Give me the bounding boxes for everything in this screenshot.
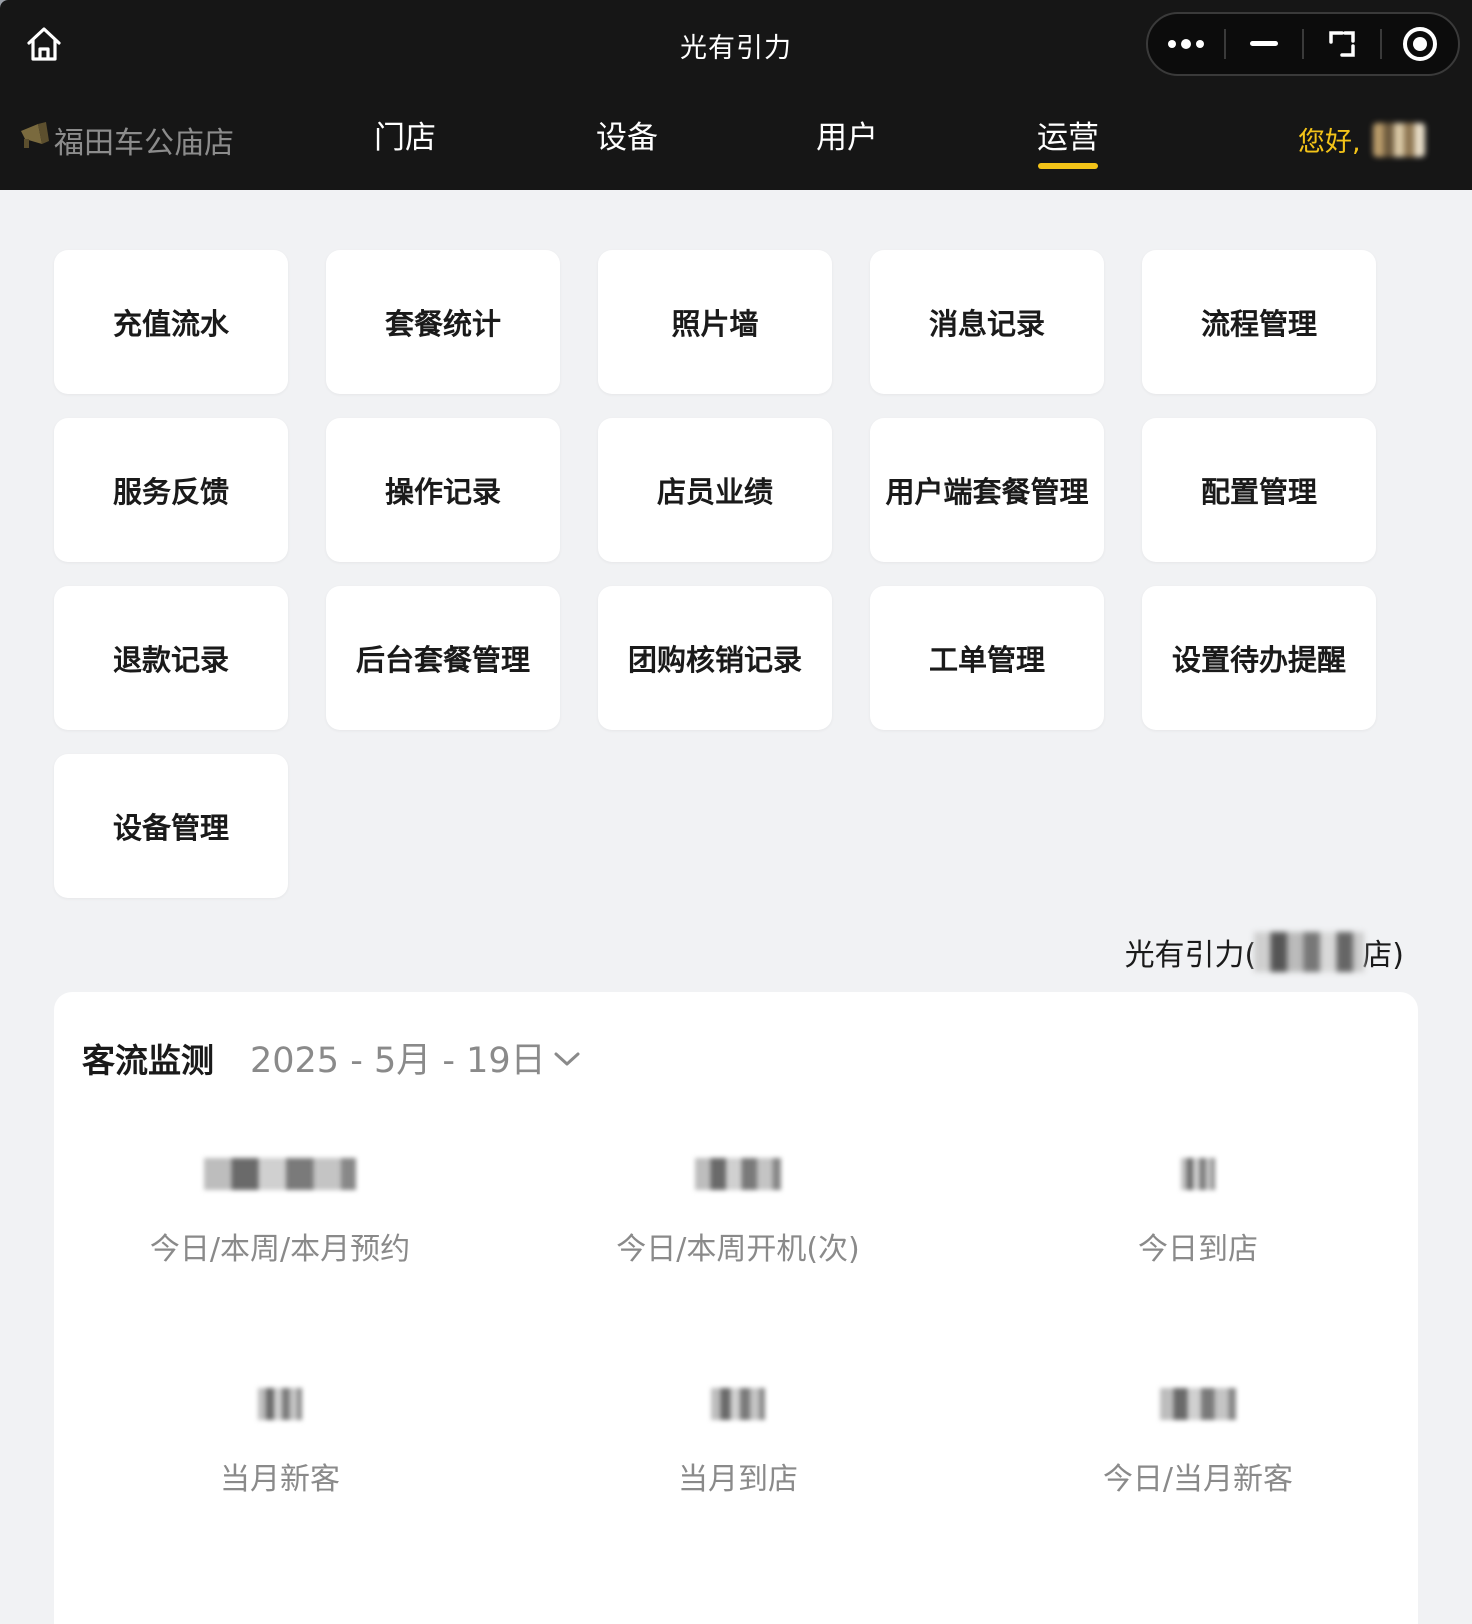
stat-machine-starts: 今日/本周开机(次)	[508, 1154, 968, 1268]
menu-card-backend-package-management[interactable]: 后台套餐管理	[326, 586, 560, 730]
tab-store[interactable]: 门店	[374, 112, 436, 157]
stat-value-redacted	[968, 1384, 1428, 1424]
stat-label: 当月到店	[678, 1462, 798, 1497]
store-caption-suffix: 店)	[1362, 938, 1404, 973]
menu-card-device-management[interactable]: 设备管理	[54, 754, 288, 898]
menu-card-group-buy-records[interactable]: 团购核销记录	[598, 586, 832, 730]
stat-label: 今日/本周/本月预约	[149, 1232, 411, 1267]
store-caption-prefix: 光有引力(	[1124, 938, 1257, 973]
stat-value-redacted	[508, 1154, 968, 1194]
date-picker[interactable]: 2025 - 5月 - 19日	[250, 1032, 582, 1083]
redacted-store-name	[1254, 932, 1365, 972]
menu-card-service-feedback[interactable]: 服务反馈	[54, 418, 288, 562]
stat-new-customers-day-month: 今日/当月新客	[968, 1384, 1428, 1498]
stat-value-redacted	[50, 1384, 510, 1424]
header-bar: 光有引力 福田车公庙店 门店 设备 用户 运营 您好,	[0, 0, 1472, 190]
menu-card-config-management[interactable]: 配置管理	[1142, 418, 1376, 562]
menu-card-work-order-management[interactable]: 工单管理	[870, 586, 1104, 730]
tab-device[interactable]: 设备	[596, 112, 658, 157]
menu-card-photo-wall[interactable]: 照片墙	[598, 250, 832, 394]
more-dots-icon[interactable]	[1148, 14, 1224, 74]
store-caption: 光有引力( 店)	[1125, 930, 1404, 974]
greeting-label: 您好,	[1298, 127, 1361, 158]
menu-card-package-stats[interactable]: 套餐统计	[326, 250, 560, 394]
user-greeting[interactable]: 您好,	[1298, 120, 1425, 159]
tab-operation[interactable]: 运营	[1037, 112, 1099, 169]
mini-program-window: 光有引力 福田车公庙店 门店 设备 用户 运营 您好, 充值流水 套餐统计 照片…	[0, 0, 1472, 1624]
menu-card-recharge-flow[interactable]: 充值流水	[54, 250, 288, 394]
stat-month-new-customers: 当月新客	[50, 1384, 510, 1498]
menu-card-todo-reminder[interactable]: 设置待办提醒	[1142, 586, 1376, 730]
record-icon[interactable]	[1382, 14, 1458, 74]
panel-title: 客流监测	[82, 1041, 214, 1080]
date-value: 2025 - 5月 - 19日	[250, 1041, 546, 1081]
menu-card-message-records[interactable]: 消息记录	[870, 250, 1104, 394]
stat-value-redacted	[508, 1384, 968, 1424]
menu-card-process-management[interactable]: 流程管理	[1142, 250, 1376, 394]
stat-label: 当月新客	[220, 1462, 340, 1497]
store-name-label: 福田车公庙店	[54, 126, 234, 161]
megaphone-icon	[18, 121, 52, 159]
stat-month-visits: 当月到店	[508, 1384, 968, 1498]
stat-label: 今日到店	[1138, 1232, 1258, 1267]
stat-value-redacted	[50, 1154, 510, 1194]
menu-card-user-package-management[interactable]: 用户端套餐管理	[870, 418, 1104, 562]
store-selector[interactable]: 福田车公庙店	[18, 118, 234, 162]
menu-card-operation-records[interactable]: 操作记录	[326, 418, 560, 562]
avatar	[1372, 122, 1425, 157]
tab-user[interactable]: 用户	[816, 112, 878, 157]
stat-today-visits: 今日到店	[968, 1154, 1428, 1268]
minimize-icon[interactable]	[1226, 14, 1302, 74]
menu-card-refund-records[interactable]: 退款记录	[54, 586, 288, 730]
expand-icon[interactable]	[1304, 14, 1380, 74]
stat-label: 今日/当月新客	[1102, 1462, 1294, 1497]
stat-value-redacted	[968, 1154, 1428, 1194]
traffic-monitor-panel: 客流监测 2025 - 5月 - 19日 今日/本周/本月预约 今日/本周开机(…	[54, 992, 1418, 1624]
capsule-controls	[1146, 12, 1460, 76]
menu-card-staff-performance[interactable]: 店员业绩	[598, 418, 832, 562]
stat-reservations: 今日/本周/本月预约	[50, 1154, 510, 1268]
stat-label: 今日/本周开机(次)	[616, 1232, 860, 1267]
chevron-down-icon	[552, 1038, 582, 1078]
